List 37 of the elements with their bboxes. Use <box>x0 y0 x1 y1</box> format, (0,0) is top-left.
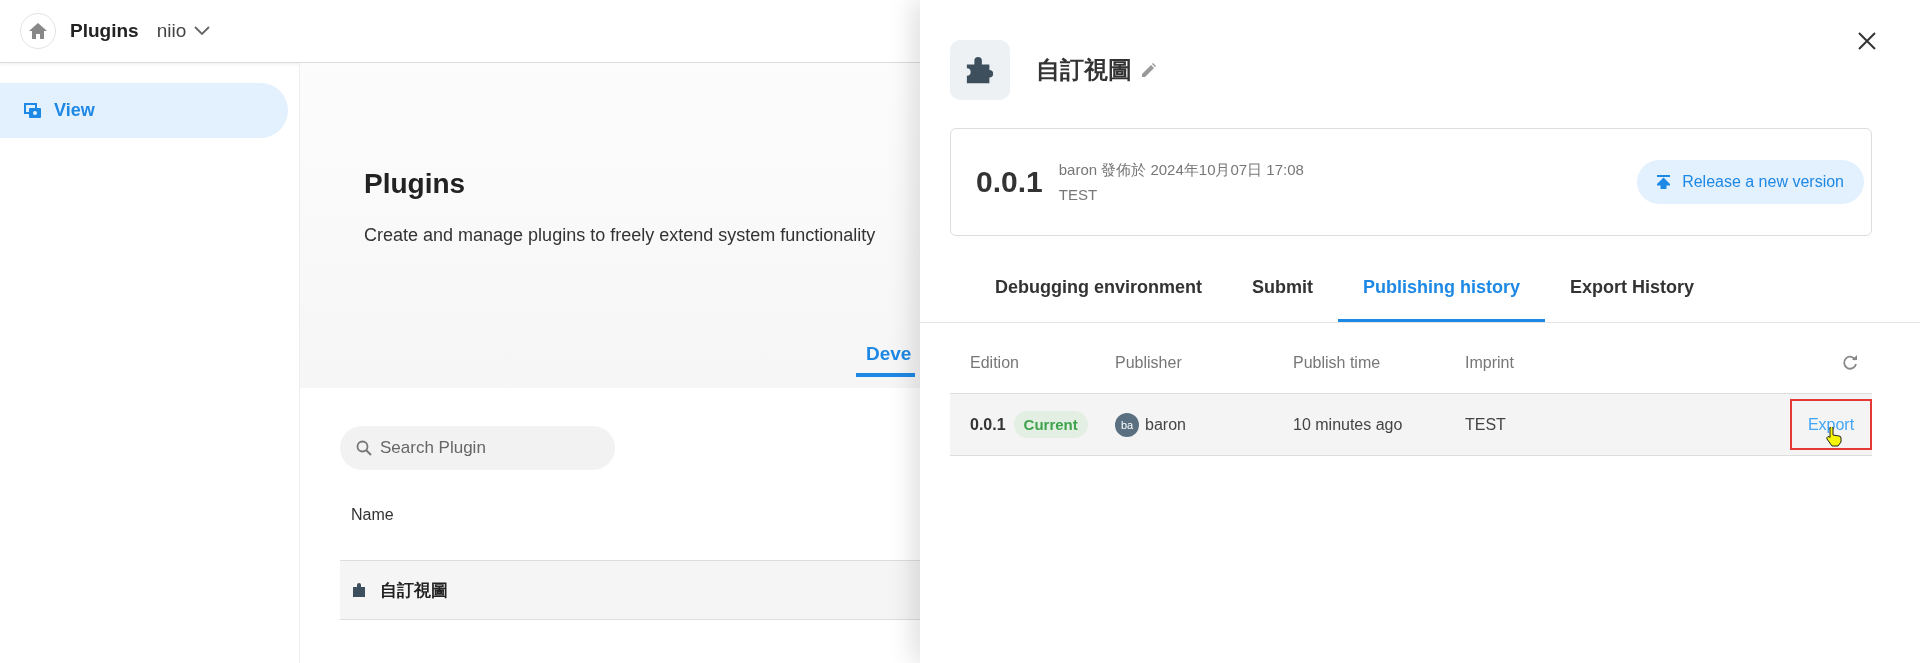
column-header: Publish time <box>1293 354 1382 372</box>
plugin-name: 自訂視圖 <box>380 579 448 602</box>
avatar: ba <box>1115 412 1139 437</box>
plugin-title: 自訂視圖 <box>1036 55 1132 85</box>
puzzle-icon <box>965 55 995 85</box>
tab[interactable]: Submit <box>1227 256 1338 322</box>
pencil-icon <box>1142 63 1156 77</box>
tab[interactable]: Debugging environment <box>970 256 1227 322</box>
refresh-button[interactable] <box>1842 355 1858 371</box>
publisher-name: baron <box>1145 415 1186 434</box>
imprint-text: TEST <box>1465 415 1507 434</box>
edit-button[interactable] <box>1142 63 1156 77</box>
section-description: Create and manage plugins to freely extend system functionality <box>364 225 877 246</box>
section-title: Plugins <box>364 168 466 200</box>
column-header: Name <box>350 505 395 525</box>
publish-time: 10 minutes ago <box>1293 415 1404 434</box>
tab[interactable]: Export History <box>1545 256 1720 322</box>
search-field[interactable]: Search Plugin <box>340 426 615 470</box>
current-badge: Current <box>1013 411 1088 438</box>
page-title: Plugins <box>70 20 139 42</box>
release-note: TEST <box>1058 186 1099 203</box>
workspace-dropdown[interactable]: niio <box>156 20 211 42</box>
upload-icon <box>1657 175 1671 189</box>
close-button[interactable] <box>1858 32 1876 50</box>
release-info: baron 發佈於 2024年10月07日 17:08 <box>1058 161 1305 180</box>
version-number: 0.0.1 <box>976 165 1043 199</box>
refresh-icon <box>1842 355 1858 371</box>
close-icon <box>1858 32 1876 50</box>
home-icon <box>29 23 47 39</box>
edition-number: 0.0.1 <box>970 415 1006 434</box>
view-icon <box>24 102 42 119</box>
tab[interactable]: Publishing history <box>1338 256 1545 322</box>
puzzle-icon <box>352 582 368 598</box>
chevron-down-icon <box>194 26 211 36</box>
column-header: Imprint <box>1465 354 1515 372</box>
column-header: Edition <box>970 354 1020 372</box>
column-header: Publisher <box>1115 354 1183 372</box>
